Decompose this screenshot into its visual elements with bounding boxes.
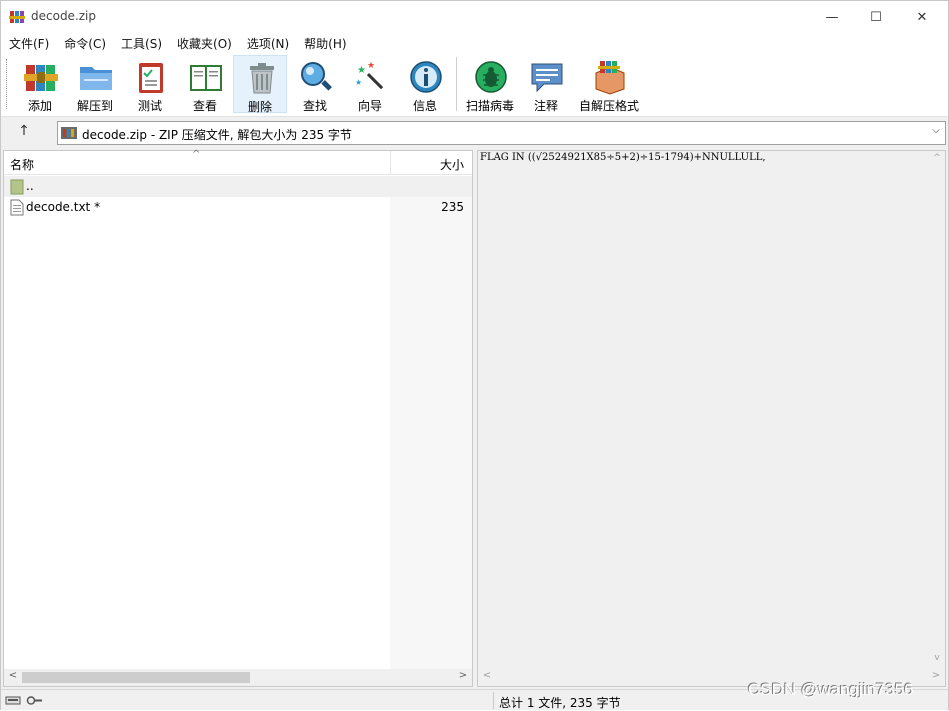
size-column-background <box>390 176 472 670</box>
comment-button[interactable]: 注释 <box>519 55 573 113</box>
comment-label: 注释 <box>533 99 558 113</box>
menu-help[interactable]: 帮助(H) <box>296 33 353 53</box>
minimize-icon: — <box>825 9 839 25</box>
archive-icon <box>61 127 77 139</box>
toolbar: 添加 解压到 测试 查看 删除 查找 ★ ★ ★ 向导 信息 扫描病毒 注释 自… <box>1 53 948 117</box>
test-clipboard-icon <box>139 63 163 93</box>
svg-text:★: ★ <box>357 65 366 76</box>
extract-folder-icon <box>80 67 112 90</box>
scroll-left-icon[interactable]: < <box>5 670 21 685</box>
status-summary: 总计 1 文件, 235 字节 <box>499 696 621 710</box>
close-icon: ✕ <box>916 9 928 25</box>
svg-text:★: ★ <box>355 78 362 87</box>
sfx-box-icon <box>595 61 625 95</box>
sort-ascending-icon: ^ <box>192 149 201 160</box>
preview-vertical-scrollbar[interactable]: ^ v <box>929 151 945 669</box>
svg-text:★: ★ <box>367 61 375 71</box>
folder-up-icon <box>10 179 24 195</box>
sfx-button[interactable]: 自解压格式 <box>579 55 639 113</box>
column-size-header: 大小 <box>439 158 464 172</box>
wizard-button[interactable]: ★ ★ ★ 向导 <box>343 55 397 113</box>
row-name: .. <box>26 179 34 193</box>
delete-button[interactable]: 删除 <box>233 55 287 114</box>
info-label: 信息 <box>412 99 437 113</box>
scroll-up-icon[interactable]: ^ <box>930 153 944 167</box>
menu-bar: 文件(F) 命令(C) 工具(S) 收藏夹(O) 选项(N) 帮助(H) <box>1 33 948 53</box>
status-divider <box>493 692 494 709</box>
scroll-right-icon[interactable]: > <box>455 670 471 685</box>
scan-bug-icon <box>475 61 507 93</box>
view-button[interactable]: 查看 <box>178 55 232 113</box>
menu-tools[interactable]: 工具(S) <box>113 33 169 53</box>
test-button[interactable]: 测试 <box>123 55 177 113</box>
row-name: decode.txt * <box>26 200 101 214</box>
drive-key-icon <box>5 696 42 705</box>
scroll-left-icon[interactable]: < <box>479 670 495 685</box>
scroll-right-icon[interactable]: > <box>928 670 944 685</box>
sfx-label: 自解压格式 <box>578 99 639 113</box>
text-file-icon <box>10 199 24 216</box>
add-button[interactable]: 添加 <box>13 55 67 113</box>
menu-favorites[interactable]: 收藏夹(O) <box>169 33 239 53</box>
path-combobox[interactable]: decode.zip - ZIP 压缩文件, 解包大小为 235 字节 ⌵ <box>57 121 946 145</box>
chevron-down-icon[interactable]: ⌵ <box>929 125 943 141</box>
winrar-app-icon <box>9 11 25 23</box>
menu-options[interactable]: 选项(N) <box>239 33 296 53</box>
minimize-button[interactable]: — <box>809 1 855 33</box>
close-button[interactable]: ✕ <box>899 1 945 33</box>
comment-bubble-icon <box>531 63 563 93</box>
info-button[interactable]: 信息 <box>398 55 452 113</box>
path-text: decode.zip - ZIP 压缩文件, 解包大小为 235 字节 <box>82 128 352 142</box>
column-size-header-cell[interactable]: 大小 <box>390 151 472 175</box>
title-bar: decode.zip — ☐ ✕ <box>1 1 948 33</box>
window-title: decode.zip <box>31 9 97 23</box>
file-list-horizontal-scrollbar[interactable]: < > <box>4 669 472 686</box>
maximize-button[interactable]: ☐ <box>853 1 899 33</box>
watermark: CSDN @wangjin7356 <box>748 680 914 699</box>
up-folder-button[interactable]: ↑ <box>13 123 35 143</box>
find-button[interactable]: 查找 <box>288 55 342 113</box>
file-list: 名称 ^ 大小 .. decode.txt * 235 < > <box>3 149 473 687</box>
file-preview-pane: FLAG IN ((√2524921X85÷5+2)÷15-1794)+NNUL… <box>477 150 946 687</box>
maximize-icon: ☐ <box>870 9 882 25</box>
column-header: 名称 ^ 大小 <box>4 149 472 175</box>
view-book-icon <box>190 65 222 91</box>
scroll-down-icon[interactable]: v <box>930 653 944 667</box>
scan-virus-button[interactable]: 扫描病毒 <box>463 55 517 113</box>
find-magnifier-icon <box>301 62 332 91</box>
extract-to-button[interactable]: 解压到 <box>68 55 122 113</box>
delete-trash-icon <box>250 63 274 94</box>
scrollbar-thumb[interactable] <box>22 672 250 683</box>
add-archive-icon <box>24 65 58 91</box>
table-row-file[interactable]: decode.txt * 235 <box>4 197 472 218</box>
info-icon <box>410 61 442 93</box>
table-row-parent-folder[interactable]: .. <box>4 176 472 197</box>
wizard-wand-icon: ★ ★ ★ <box>355 61 384 90</box>
app-window: decode.zip — ☐ ✕ 文件(F) 命令(C) 工具(S) 收藏夹(O… <box>0 0 949 710</box>
menu-file[interactable]: 文件(F) <box>1 33 56 53</box>
address-bar: ↑ decode.zip - ZIP 压缩文件, 解包大小为 235 字节 ⌵ <box>1 118 948 148</box>
menu-commands[interactable]: 命令(C) <box>56 33 113 53</box>
row-size: 235 <box>441 200 464 214</box>
preview-text: FLAG IN ((√2524921X85÷5+2)÷15-1794)+NNUL… <box>480 152 766 163</box>
column-name-header[interactable]: 名称 <box>10 156 34 173</box>
